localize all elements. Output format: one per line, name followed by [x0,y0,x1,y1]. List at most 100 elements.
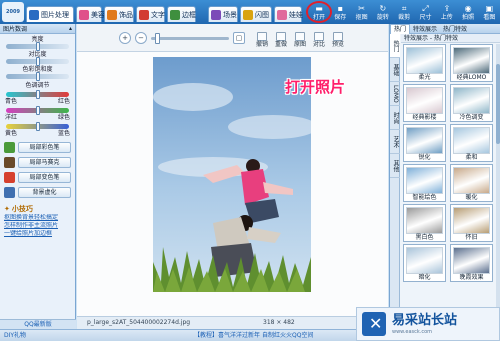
effects-scroll-thumb[interactable] [496,64,500,144]
tip-link-1[interactable]: 怎样制作非主流照片 [4,222,71,230]
tab-1-icon [79,9,89,20]
toolbar-button-1[interactable]: ▪ 保存 [329,2,351,23]
tip-link-0[interactable]: 抠图换背景轻松搞定 [4,214,71,222]
toolbar-button-3[interactable]: ↻ 旋转 [372,2,394,23]
effect-label-6: 智能绘色 [412,194,437,201]
tab-4[interactable]: 边框 [167,6,196,22]
cutout-icon: ✂ [358,4,365,13]
effect-thumb-5[interactable]: 柔和 [450,124,493,162]
edit-tool-4[interactable]: 预览 [329,32,347,49]
edit-tool-0[interactable]: 撤销 [253,32,271,49]
effect-thumb-8[interactable]: 黑白色 [403,204,446,242]
effect-thumb-1[interactable]: 经典LOMO [450,44,493,82]
edit-tool-2[interactable]: 原图 [291,32,309,49]
category-tab-4[interactable]: 艺术 [390,130,400,154]
left-tool-button-2[interactable]: 局部变色笔 [4,171,71,183]
tab-0[interactable]: 图片处理 [26,6,74,22]
tab-hot-effects[interactable]: 热门特效 [440,24,470,33]
effect-thumb-10[interactable]: 暗化 [403,244,446,282]
color-right-label-1: 绿色 [57,114,70,121]
color-slider-0[interactable] [6,90,69,99]
toolbar-button-6[interactable]: ⇪ 上传 [436,2,458,23]
category-tab-3[interactable]: 时尚 [390,106,400,130]
effect-thumb-image-6 [406,167,443,194]
toolbar-button-2-label: 抠图 [355,14,368,21]
toolbar-button-6-label: 上传 [440,14,453,21]
tip-link-2[interactable]: 一键给照片加边框 [4,230,71,238]
color-slider-knob-0[interactable] [35,90,40,99]
effect-label-3: 冷色调变 [459,114,484,121]
slider-knob-1[interactable] [35,57,40,66]
left-tool-button-0[interactable]: 局部彩色笔 [4,141,71,153]
color-slider-knob-1[interactable] [35,106,40,115]
blur-icon [4,186,15,198]
edit-tool-4-icon [333,32,343,41]
color-slider-1[interactable] [6,106,69,115]
toolbar-button-2[interactable]: ✂ 抠图 [351,2,373,23]
tab-6-label: 闪图 [255,10,269,19]
zoom-in-icon[interactable]: + [119,32,131,44]
category-tab-2[interactable]: LOMO [390,82,400,106]
left-panel-title: 图片数调 [3,26,28,33]
tab-effects-showcase[interactable]: 特效展示 [410,24,440,33]
tab-hot[interactable]: 热门 [390,23,411,34]
category-tab-1[interactable]: 基础 [390,58,400,82]
effect-thumb-image-11 [453,247,490,274]
zoom-slider-track[interactable] [151,37,229,40]
color-left-label-1: 洋红 [5,114,18,121]
edit-tool-3[interactable]: 对比 [310,32,328,49]
collapse-icon[interactable]: ▴ [69,25,72,32]
edit-tool-2-icon [295,32,305,41]
color-slider-2[interactable] [6,122,69,131]
tips-section: ✦ 小技巧 抠图换背景轻松搞定 怎样制作非主流照片 一键给照片加边框 [0,204,75,238]
save-icon: ▪ [337,4,343,13]
effect-thumb-11[interactable]: 晚霞效果 [450,244,493,282]
tab-2[interactable]: 饰品 [104,6,134,22]
watermark-url: www.easck.com [392,328,433,335]
edit-tool-3-label: 对比 [312,41,325,48]
toolbar-button-5[interactable]: ⤢ 尺寸 [415,2,437,23]
effect-thumb-3[interactable]: 冷色调变 [450,84,493,122]
effect-label-9: 怀旧 [465,234,478,241]
toolbar-button-8-label: 看图 [483,14,496,21]
effect-thumb-4[interactable]: 锐化 [403,124,446,162]
tab-6[interactable]: 闪图 [240,6,272,22]
effect-thumb-2[interactable]: 经典影楼 [403,84,446,122]
color-slider-knob-2[interactable] [35,122,40,131]
effect-thumb-7[interactable]: 暖化 [450,164,493,202]
effects-scrollbar[interactable] [496,44,500,329]
slider-knob-2[interactable] [35,72,40,81]
zoom-out-icon[interactable]: − [135,32,147,44]
fit-screen-icon[interactable]: ▢ [233,32,245,44]
recolor-pen-icon [4,171,15,183]
adjust-slider-1[interactable] [6,57,69,66]
left-tool-button-3[interactable]: 背景虚化 [4,186,71,198]
toolbar-button-4[interactable]: ⌗ 裁剪 [393,2,415,23]
qq-latest-link[interactable]: QQ最新版 [0,319,76,329]
slider-knob-0[interactable] [35,42,40,51]
effect-thumb-9[interactable]: 怀旧 [450,204,493,242]
toolbar-button-8[interactable]: ▣ 看图 [478,2,500,23]
effect-thumb-0[interactable]: 柔光 [403,44,446,82]
left-tool-label-1: 局部马赛克 [18,156,71,168]
qzone-link[interactable]: 自制红火火QQ空间 [262,330,313,341]
adjust-slider-2[interactable] [6,72,69,81]
top-toolbar: 2009 图片处理 美容 饰品 文字 边框 场景 闪图 娃娃 ▬ 打开 ▪ 保存 ✂ 抠图 ↻ 旋转 ⌗ 裁剪 ⤢… [0,0,500,24]
tutorial-link[interactable]: 【教程】喜气洋洋过新年 [194,330,260,341]
toolbar-button-7[interactable]: ◉ 拍照 [457,2,479,23]
tab-1[interactable]: 美容 [76,6,105,22]
watermark-title: 易采站长站 [392,312,458,328]
left-tool-button-1[interactable]: 局部马赛克 [4,156,71,168]
tab-3[interactable]: 文字 [136,6,165,22]
tab-7[interactable]: 娃娃 [274,6,303,22]
category-tab-0[interactable]: 热门 [390,34,400,58]
app-logo-text: 2009 [6,9,20,15]
adjust-slider-0[interactable] [6,42,69,51]
zoom-slider-knob[interactable] [155,33,160,44]
tab-5[interactable]: 场景 [208,6,238,22]
edit-tool-1[interactable]: 重做 [272,32,290,49]
category-tab-5[interactable]: 其他 [390,154,400,178]
diy-gift-link[interactable]: DIY礼物 [4,330,26,341]
effect-thumb-6[interactable]: 智能绘色 [403,164,446,202]
tab-1-label: 美容 [91,10,105,19]
